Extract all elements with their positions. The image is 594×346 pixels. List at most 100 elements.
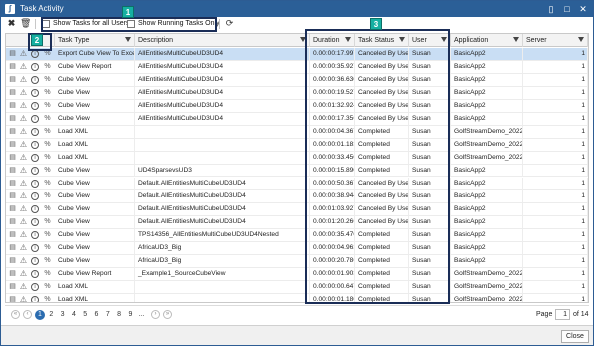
first-page-button[interactable]: «: [11, 310, 20, 319]
info-icon: i: [31, 114, 39, 123]
cell-description: Default.AllEntitiesMultiCubeUD3UD4: [135, 177, 310, 190]
percent-icon: %: [44, 218, 51, 226]
table-row[interactable]: ▤ ⚠ i% Cube View AllEntitiesMultiCubeUD3UD4 0…: [6, 73, 588, 87]
cell-description: Default.AllEntitiesMultiCubeUD3UD4: [135, 216, 310, 229]
cell-task-type: Cube View: [55, 242, 135, 255]
info-icon: i: [31, 218, 39, 227]
last-page-button[interactable]: »: [163, 310, 172, 319]
page-number[interactable]: 5: [80, 310, 90, 320]
cell-task-type: Cube View: [55, 190, 135, 203]
toolbar-separator: [35, 19, 36, 29]
cell-application: BasicApp2: [451, 164, 523, 177]
table-row[interactable]: ▤ ⚠ i% Cube View Default.AllEntitiesMultiCub…: [6, 177, 588, 191]
filter-icon[interactable]: [125, 37, 131, 42]
x-icon[interactable]: ✖: [6, 18, 17, 29]
page-number[interactable]: 1: [35, 310, 45, 320]
table-row[interactable]: ▤ ⚠ i% Cube View AllEntitiesMultiCubeUD3UD4 0…: [6, 86, 588, 100]
percent-icon: %: [44, 88, 51, 96]
info-icon: i: [31, 88, 39, 97]
header-task-type[interactable]: Task Type: [55, 34, 135, 47]
maximize-icon[interactable]: □: [561, 3, 573, 15]
cell-description: AfricaUD3_Big: [135, 255, 310, 268]
refresh-icon[interactable]: ⟳: [224, 18, 235, 29]
table-row[interactable]: ▤ ⚠ i% Cube View AfricaUD3_Big 0.00:00:04.963…: [6, 242, 588, 256]
cell-server: 1: [523, 138, 588, 151]
cell-application: BasicApp2: [451, 203, 523, 216]
table-row[interactable]: ▤ ⚠ i% Load XML 0.00:00:01.180 Completed Susan…: [6, 294, 588, 303]
page-number[interactable]: 8: [114, 310, 124, 320]
restore-icon[interactable]: ▯: [545, 3, 557, 15]
grid-icon: ▤: [9, 218, 16, 226]
cell-server: 1: [523, 190, 588, 203]
window-title: Task Activity: [20, 4, 64, 13]
warning-icon: ⚠: [19, 74, 28, 84]
close-button[interactable]: Close: [561, 330, 589, 343]
header-server[interactable]: Server: [523, 34, 588, 47]
filter-icon[interactable]: [513, 37, 519, 42]
cell-application: GolfStreamDemo_2022: [451, 268, 523, 281]
grid-icon: ▤: [9, 101, 16, 109]
cell-description: AllEntitiesMultiCubeUD3UD4: [135, 112, 310, 125]
page-number[interactable]: ...: [137, 310, 147, 320]
percent-icon: %: [44, 257, 51, 265]
task-activity-app-icon: ʃ: [5, 4, 15, 14]
grid-icon: ▤: [9, 62, 16, 70]
grid-icon: ▤: [9, 166, 16, 174]
page-number[interactable]: 9: [125, 310, 135, 320]
cell-description: AllEntitiesMultiCubeUD3UD4: [135, 99, 310, 112]
page-number[interactable]: 2: [46, 310, 56, 320]
percent-icon: %: [44, 205, 51, 213]
cell-application: GolfStreamDemo_2022: [451, 281, 523, 294]
info-icon: i: [31, 270, 39, 279]
table-row[interactable]: ▤ ⚠ i% Load XML 0.00:00:00.647 Completed Susan…: [6, 281, 588, 295]
table-row[interactable]: ▤ ⚠ i% Load XML 0.00:00:33.450 Completed Susan…: [6, 151, 588, 165]
table-row[interactable]: ▤ ⚠ i% Export Cube View To Excel AllEntities…: [6, 48, 588, 61]
close-icon[interactable]: ✕: [577, 3, 589, 15]
grid-icon: ▤: [9, 205, 16, 213]
cell-description: [135, 294, 310, 302]
table-row[interactable]: ▤ ⚠ i% Cube View Report AllEntitiesMultiCube…: [6, 60, 588, 74]
table-row[interactable]: ▤ ⚠ i% Cube View AllEntitiesMultiCubeUD3UD4 0…: [6, 112, 588, 126]
page-number[interactable]: 6: [92, 310, 102, 320]
table-row[interactable]: ▤ ⚠ i% Load XML 0.00:00:01.183 Completed Susan…: [6, 138, 588, 152]
cell-server: 1: [523, 255, 588, 268]
cell-description: [135, 125, 310, 138]
header-application[interactable]: Application: [451, 34, 523, 47]
header-task-type-label: Task Type: [58, 37, 90, 44]
table-row[interactable]: ▤ ⚠ i% Cube View Default.AllEntitiesMultiCub…: [6, 216, 588, 230]
cell-application: BasicApp2: [451, 48, 523, 60]
page-number[interactable]: 7: [103, 310, 113, 320]
table-row[interactable]: ▤ ⚠ i% Cube View Default.AllEntitiesMultiCub…: [6, 190, 588, 204]
table-row[interactable]: ▤ ⚠ i% Cube View AllEntitiesMultiCubeUD3UD4 0…: [6, 99, 588, 113]
table-row[interactable]: ▤ ⚠ i% Cube View TPS14356_AllEntitiesMultiCu…: [6, 229, 588, 243]
table-row[interactable]: ▤ ⚠ i% Cube View Default.AllEntitiesMultiCub…: [6, 203, 588, 217]
grid-icon: ▤: [9, 296, 16, 303]
page-input[interactable]: 1: [555, 309, 570, 320]
warning-icon: ⚠: [19, 256, 28, 266]
page-number[interactable]: 3: [58, 310, 68, 320]
prev-page-button[interactable]: ‹: [23, 310, 32, 319]
info-icon: i: [31, 192, 39, 201]
header-description[interactable]: Description: [135, 34, 310, 47]
next-page-button[interactable]: ›: [151, 310, 160, 319]
grid-icon: ▤: [9, 231, 16, 239]
info-icon: i: [31, 244, 39, 253]
cell-server: 1: [523, 73, 588, 86]
warning-icon: ⚠: [19, 49, 28, 58]
info-icon: i: [31, 62, 39, 71]
table-row[interactable]: ▤ ⚠ i% Cube View Report _Example1_SourceCube…: [6, 268, 588, 282]
grid-icon: ▤: [9, 114, 16, 122]
filter-icon[interactable]: [578, 37, 584, 42]
percent-icon: %: [44, 270, 51, 278]
header-server-label: Server: [526, 37, 547, 44]
warning-icon: ⚠: [19, 282, 28, 292]
trash-icon[interactable]: 🗑: [20, 18, 31, 29]
page-number[interactable]: 4: [69, 310, 79, 320]
info-icon: i: [31, 127, 39, 136]
table-row[interactable]: ▤ ⚠ i% Load XML 0.00:00:04.367 Completed Susan…: [6, 125, 588, 139]
table-row[interactable]: ▤ ⚠ i% Cube View AfricaUD3_Big 0.00:00:20.786…: [6, 255, 588, 269]
percent-icon: %: [44, 231, 51, 239]
table-row[interactable]: ▤ ⚠ i% Cube View UD4SparsevsUD3 0.00:00:15.89…: [6, 164, 588, 178]
grid-icon: ▤: [9, 75, 16, 83]
callout-badge-3: 3: [370, 18, 382, 30]
